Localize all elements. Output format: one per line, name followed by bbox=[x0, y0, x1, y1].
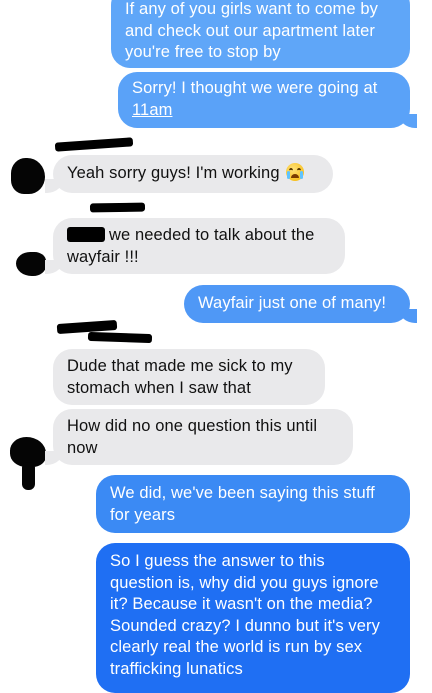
message-line: clearly real the world is run by sex bbox=[110, 638, 363, 656]
time-link[interactable]: 11am bbox=[132, 101, 172, 119]
message-line: Dude that made me sick to my bbox=[67, 357, 293, 375]
redacted-sender-name bbox=[89, 202, 146, 213]
message-line: question is, why did you guys ignore bbox=[110, 573, 379, 592]
message-line: Sorry! I thought we were going at bbox=[132, 79, 378, 97]
message-line: for years bbox=[110, 505, 176, 524]
message-line: now bbox=[67, 438, 98, 457]
message-line: and check out our apartment later bbox=[125, 21, 376, 40]
message-line: trafficking lunatics bbox=[110, 659, 243, 678]
sent-message-bubble[interactable]: Wayfair just one of many! bbox=[184, 285, 410, 323]
bubble-tail bbox=[45, 179, 63, 193]
bubble-tail bbox=[399, 114, 417, 128]
message-line: How did no one question this until bbox=[67, 417, 318, 435]
received-message-bubble[interactable]: we needed to talk about the wayfair !!! bbox=[53, 218, 345, 274]
message-line: Wayfair just one of many! bbox=[198, 294, 387, 312]
message-line: wayfair !!! bbox=[67, 247, 139, 266]
message-line: we needed to talk about the bbox=[109, 226, 315, 244]
message-line: it? Because it wasn't on the media? bbox=[110, 595, 373, 613]
bubble-tail bbox=[45, 451, 63, 465]
bubble-tail bbox=[45, 260, 63, 274]
received-message-bubble[interactable]: Yeah sorry guys! I'm working bbox=[53, 155, 333, 193]
message-line: stomach when I saw that bbox=[67, 378, 251, 397]
message-line: Sounded crazy? I dunno but it's very bbox=[110, 616, 380, 635]
sent-message-bubble[interactable]: We did, we've been saying this stuff for… bbox=[96, 475, 410, 533]
redacted-mention bbox=[67, 227, 105, 242]
redacted-avatar bbox=[11, 158, 45, 194]
received-message-bubble[interactable]: Dude that made me sick to my stomach whe… bbox=[53, 349, 325, 405]
sent-message-bubble[interactable]: If any of you girls want to come by and … bbox=[111, 0, 410, 68]
message-line: So I guess the answer to this bbox=[110, 552, 325, 570]
redacted-sender-name bbox=[54, 137, 134, 152]
redacted-avatar bbox=[16, 252, 46, 276]
redacted-avatar bbox=[22, 462, 35, 490]
message-line: Yeah sorry guys! I'm working bbox=[67, 164, 280, 182]
message-line: If any of you girls want to come by bbox=[125, 0, 378, 18]
sent-message-bubble[interactable]: Sorry! I thought we were going at 11am bbox=[118, 72, 410, 128]
received-message-bubble[interactable]: How did no one question this until now bbox=[53, 409, 353, 465]
bubble-tail bbox=[399, 309, 417, 323]
message-line: you're free to stop by bbox=[125, 43, 281, 61]
sent-message-bubble[interactable]: So I guess the answer to this question i… bbox=[96, 543, 410, 693]
message-line: We did, we've been saying this stuff bbox=[110, 484, 375, 502]
crying-face-icon bbox=[286, 163, 305, 181]
redacted-sender-name bbox=[87, 331, 153, 344]
